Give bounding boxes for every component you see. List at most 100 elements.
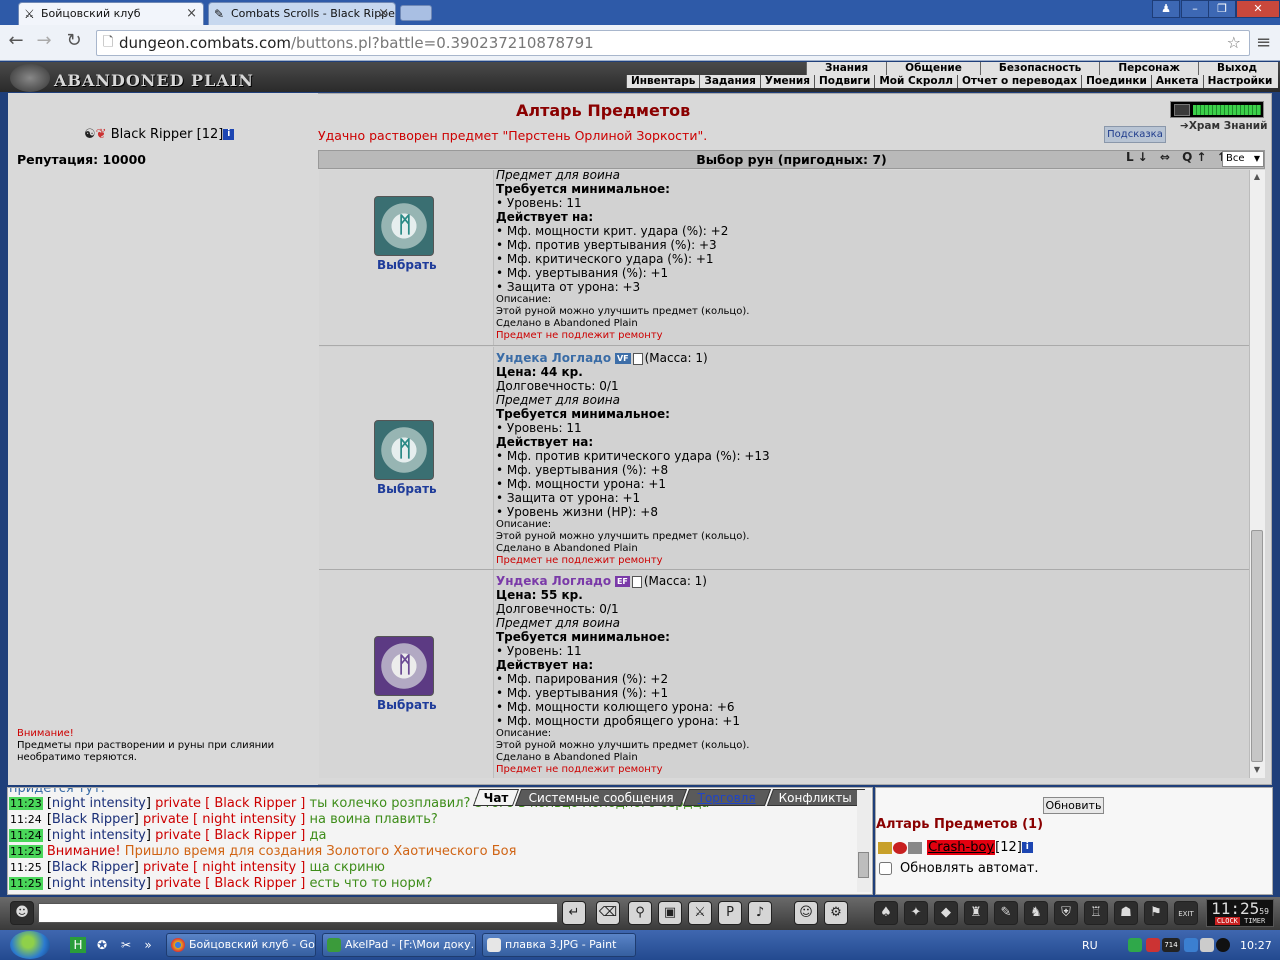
rune-icon[interactable]: ᛗ <box>374 420 434 480</box>
browser-menu-icon[interactable]: ≡ <box>1256 32 1271 53</box>
helmet-icon[interactable]: ♞ <box>1024 901 1048 925</box>
chat-line: 11:25 [night intensity] private [ Black … <box>9 876 433 891</box>
new-tab-button[interactable] <box>400 5 432 21</box>
close-window-button[interactable]: ✕ <box>1236 0 1280 18</box>
menu-profile[interactable]: Анкета <box>1150 75 1203 88</box>
document-icon[interactable] <box>631 575 642 588</box>
filter-icon[interactable]: ⚲ <box>628 901 652 925</box>
maximize-button[interactable]: ❐ <box>1208 0 1236 18</box>
quicklaunch-icon-3[interactable]: ✂ <box>118 937 134 953</box>
send-icon[interactable]: ↵ <box>562 901 586 925</box>
smile-face-icon[interactable]: ☻ <box>10 901 34 925</box>
scroll-spell-icon[interactable]: ✎ <box>994 901 1018 925</box>
menu-battles[interactable]: Поединки <box>1081 75 1151 88</box>
scroll-up-icon[interactable]: ▲ <box>1250 172 1264 184</box>
auto-refresh-checkbox[interactable] <box>879 862 892 875</box>
private-icon[interactable]: P <box>718 901 742 925</box>
menu-achievements[interactable]: Подвиги <box>814 75 874 88</box>
castle-icon[interactable]: ♖ <box>1084 901 1108 925</box>
sound-icon[interactable]: ♪ <box>748 901 772 925</box>
tray-icon-3[interactable] <box>1216 938 1230 952</box>
browser-tab-active[interactable]: ⚔ Бойцовский клуб × <box>18 2 204 25</box>
system-clock[interactable]: 10:27 <box>1240 939 1272 952</box>
network-icon[interactable] <box>1184 938 1198 952</box>
task-chrome[interactable]: Бойцовский клуб - Go... <box>166 933 316 957</box>
choose-button[interactable]: Выбрать <box>377 482 437 496</box>
info-icon[interactable]: i <box>223 129 235 140</box>
eraser-icon[interactable]: ⌫ <box>596 901 620 925</box>
tab-chat[interactable]: Чат <box>472 789 520 806</box>
menu-quests[interactable]: Задания <box>699 75 759 88</box>
rune-icon[interactable]: ᛗ <box>374 196 434 256</box>
shield-icon[interactable]: ⛨ <box>1054 901 1078 925</box>
bag-icon[interactable]: ◆ <box>934 901 958 925</box>
hint-button[interactable]: Подсказка <box>1104 126 1166 143</box>
list-item: ᛗ Выбрать Предмет для воина Требуется ми… <box>319 170 1249 346</box>
temple-link[interactable]: ➔Храм Знаний <box>1180 120 1268 132</box>
menu-skills[interactable]: Умения <box>759 75 814 88</box>
auto-refresh[interactable]: Обновлять автомат. <box>879 861 1039 876</box>
menu-communication[interactable]: Общение <box>886 62 980 75</box>
start-button[interactable] <box>10 931 50 959</box>
options-icon[interactable]: ⚙ <box>824 901 848 925</box>
game-clock[interactable]: 11:2559 CLOCK TIMER <box>1206 899 1274 927</box>
menu-settings[interactable]: Настройки <box>1202 75 1277 88</box>
language-indicator[interactable]: RU <box>1082 939 1098 952</box>
menu-inventory[interactable]: Инвентарь <box>626 75 699 88</box>
tray-badge[interactable]: 714 <box>1162 938 1180 952</box>
status-message: Удачно растворен предмет "Перстень Орлин… <box>318 128 708 143</box>
game-logo: ABANDONED PLAIN <box>54 71 254 90</box>
menu-my-scroll[interactable]: Мой Скролл <box>874 75 957 88</box>
volume-icon[interactable] <box>1200 938 1214 952</box>
save-log-icon[interactable]: ▣ <box>658 901 682 925</box>
scroll-thumb[interactable] <box>1251 530 1263 762</box>
bookmark-star-icon[interactable]: ☆ <box>1227 31 1241 55</box>
chat-line: 11:25 [Black Ripper] private [ night int… <box>10 860 386 875</box>
chat-input[interactable] <box>38 903 558 923</box>
armor-icon[interactable]: ♜ <box>964 901 988 925</box>
address-bar[interactable]: 🗋 dungeon.combats.com/buttons.pl?battle=… <box>96 30 1250 56</box>
filter-select[interactable]: Все <box>1222 151 1264 167</box>
quicklaunch-icon-1[interactable]: H <box>70 937 86 953</box>
scroll-down-icon[interactable]: ▼ <box>1250 765 1264 777</box>
choose-button[interactable]: Выбрать <box>377 698 437 712</box>
exit-icon[interactable]: EXIT <box>1174 901 1198 925</box>
choose-button[interactable]: Выбрать <box>377 258 437 272</box>
group-icon[interactable]: ☗ <box>1114 901 1138 925</box>
user-icon[interactable]: ♟ <box>1152 0 1180 18</box>
quicklaunch-more-icon[interactable]: » <box>140 937 156 953</box>
menu-security[interactable]: Безопасность <box>979 62 1099 75</box>
menu-transfers[interactable]: Отчет о переводах <box>956 75 1081 88</box>
close-tab-icon[interactable]: × <box>186 3 197 24</box>
tab-conflicts[interactable]: Конфликты <box>766 789 866 806</box>
rune-icon[interactable]: ᛗ <box>374 636 434 696</box>
back-arrow-icon[interactable]: ← <box>4 30 28 54</box>
menu-exit[interactable]: Выход <box>1197 62 1275 75</box>
reload-icon[interactable]: ↻ <box>62 30 86 54</box>
spell-icon-1[interactable]: ♠ <box>874 901 898 925</box>
tray-icon-2[interactable] <box>1146 938 1160 952</box>
task-akelpad[interactable]: AkelPad - [F:\Мои доку... <box>322 933 476 957</box>
info-icon[interactable]: i <box>1021 842 1033 853</box>
tab-system[interactable]: Системные сообщения <box>514 789 688 806</box>
refresh-button[interactable]: Обновить <box>1043 797 1104 814</box>
flag-icon[interactable]: ⚑ <box>1144 901 1168 925</box>
tab-trade[interactable]: Торговля <box>682 789 772 806</box>
menu-knowledge[interactable]: Знания <box>806 62 886 75</box>
task-paint[interactable]: плавка 3.JPG - Paint <box>482 933 636 957</box>
fighters-icon[interactable]: ⚔ <box>688 901 712 925</box>
browser-tab[interactable]: ✎ Combats Scrolls - Black Ripper × <box>208 2 396 25</box>
chat-scroll-thumb[interactable] <box>858 852 869 878</box>
quicklaunch-icon-2[interactable]: ✪ <box>94 937 110 953</box>
close-tab-icon[interactable]: × <box>378 3 389 24</box>
document-icon[interactable] <box>632 352 643 365</box>
smileys-icon[interactable]: ☺ <box>794 901 818 925</box>
spell-icon-2[interactable]: ✦ <box>904 901 928 925</box>
item-name[interactable]: Ундека Логладо <box>496 574 611 588</box>
menu-character[interactable]: Персонаж <box>1099 62 1198 75</box>
item-name[interactable]: Ундека Логладо <box>496 351 611 365</box>
tray-icon-1[interactable] <box>1128 938 1142 952</box>
player-name[interactable]: Crash-boy <box>927 840 996 855</box>
forward-arrow-icon[interactable]: → <box>32 30 56 54</box>
minimize-button[interactable]: – <box>1181 0 1209 18</box>
